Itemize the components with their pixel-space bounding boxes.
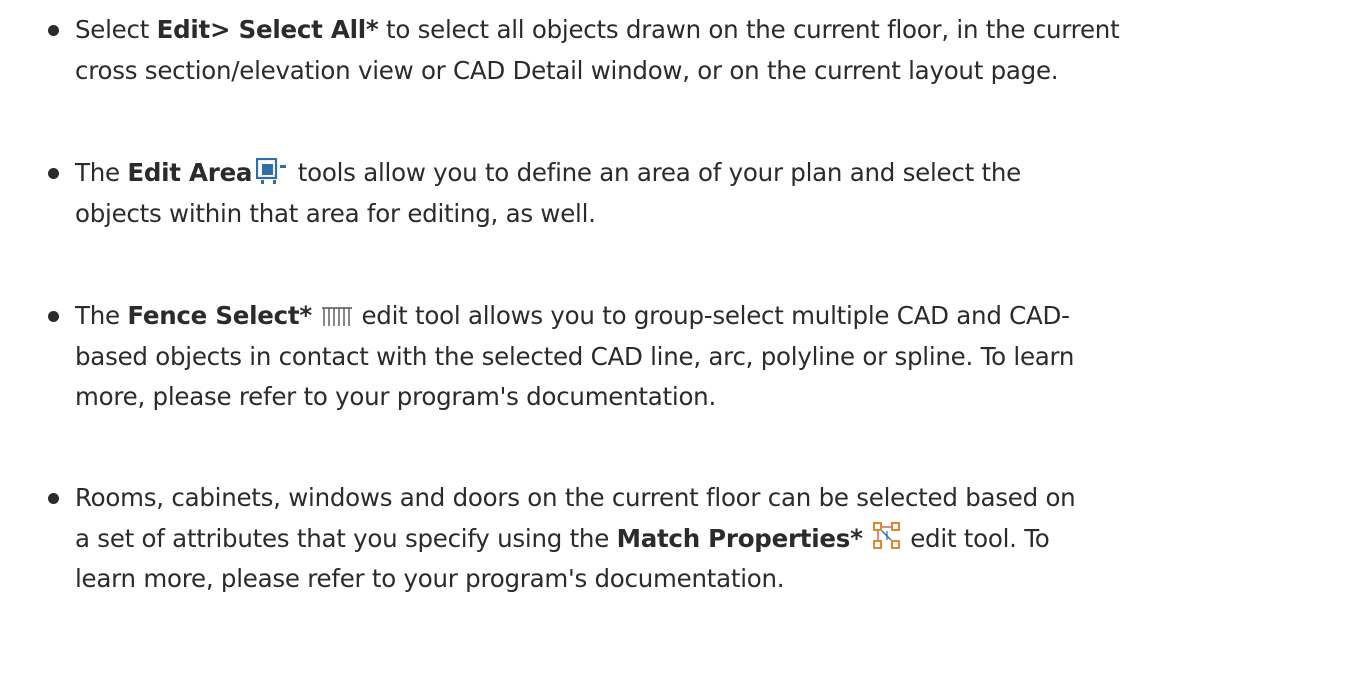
list-item-text: Select Edit> Select All* to select all o… bbox=[75, 10, 1348, 91]
list-item-text: The Fence Select* edit tool allows you t… bbox=[75, 296, 1348, 418]
list-item-select-all: Select Edit> Select All* to select all o… bbox=[48, 10, 1348, 91]
text-line: learn more, please refer to your program… bbox=[75, 564, 785, 593]
text-line: The Fence Select* edit tool allows you t… bbox=[75, 301, 1070, 330]
text-line: The Edit Area tools allow you to define … bbox=[75, 158, 1021, 187]
text-line: a set of attributes that you specify usi… bbox=[75, 521, 1050, 553]
list-item-match-properties: Rooms, cabinets, windows and doors on th… bbox=[48, 478, 1348, 600]
menu-path-edit-select-all: Edit> Select All* bbox=[156, 15, 379, 44]
text-line: more, please refer to your program's doc… bbox=[75, 382, 716, 411]
bullet-dot bbox=[48, 493, 59, 504]
bullet-dot bbox=[48, 168, 59, 179]
text-line: based objects in contact with the select… bbox=[75, 341, 1075, 371]
list-item-text: The Edit Area tools allow you to define … bbox=[75, 153, 1348, 234]
list-item-edit-area: The Edit Area tools allow you to define … bbox=[48, 153, 1348, 234]
fence-select-icon bbox=[321, 305, 352, 327]
bullet-dot bbox=[48, 25, 59, 36]
list-item-text: Rooms, cabinets, windows and doors on th… bbox=[75, 478, 1348, 600]
bullet-dot bbox=[48, 311, 59, 322]
tool-name-fence-select: Fence Select* bbox=[127, 301, 312, 330]
match-properties-icon bbox=[872, 521, 901, 550]
text-line: objects within that area for editing, as… bbox=[75, 198, 596, 228]
tool-name-edit-area: Edit Area bbox=[127, 158, 253, 187]
list-item-fence-select: The Fence Select* edit tool allows you t… bbox=[48, 296, 1348, 418]
edit-area-icon bbox=[256, 158, 290, 184]
text-line: Rooms, cabinets, windows and doors on th… bbox=[75, 483, 1076, 512]
document-page: Select Edit> Select All* to select all o… bbox=[0, 0, 1362, 673]
text-line: cross section/elevation view or CAD Deta… bbox=[75, 55, 1059, 85]
text-line: Select Edit> Select All* to select all o… bbox=[75, 15, 1120, 44]
tool-name-match-properties: Match Properties* bbox=[616, 523, 863, 553]
